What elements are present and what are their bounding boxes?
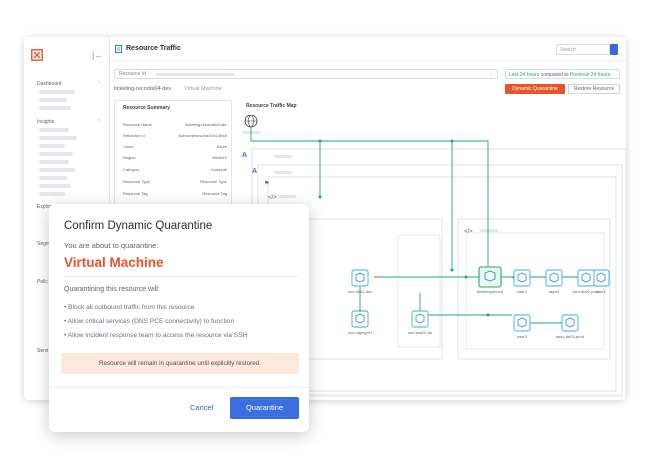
summary-value: Resource Type: [200, 179, 227, 184]
sidebar-item[interactable]: [39, 192, 65, 196]
summary-row: Resource Type Resource Type: [123, 179, 227, 184]
search-input[interactable]: Search: [556, 44, 610, 55]
sidebar-item[interactable]: [39, 176, 67, 180]
quarantine-target: Virtual Machine: [64, 255, 164, 270]
top-bar: Resource Traffic Search: [110, 37, 626, 61]
resource-name: ticketing-records04-dev: [114, 86, 172, 92]
sidebar-item[interactable]: [39, 128, 69, 132]
summary-title: Resource Summary: [123, 105, 170, 111]
effect-item: • Allow critical services (DNS PCE conne…: [64, 318, 235, 325]
summary-row: Region WestUS: [123, 155, 227, 160]
summary-row: Cloud Azure: [123, 144, 227, 149]
vm-node[interactable]: user1: [513, 269, 531, 294]
resource-id-value: [155, 73, 235, 76]
summary-key: Resource Id: [123, 133, 145, 138]
time-previous: Previous 24 hours: [569, 72, 611, 78]
dialog-title: Confirm Dynamic Quarantine: [64, 220, 213, 232]
summary-key: Category: [123, 167, 140, 172]
sidebar-item[interactable]: [39, 184, 71, 188]
document-icon: [115, 45, 122, 53]
divider: [49, 387, 309, 388]
summary-value: Azure: [216, 144, 227, 149]
restore-resource-button[interactable]: Restore Resource: [568, 84, 620, 94]
resource-id-select[interactable]: Resource Id ⌄: [114, 69, 498, 79]
node-label: asso-db03-prod: [556, 334, 584, 339]
divider: [64, 276, 297, 277]
sidebar-item[interactable]: [39, 144, 65, 148]
time-current: Last 24 hours: [509, 72, 540, 78]
chevron-up-icon[interactable]: ⌃: [97, 119, 101, 125]
sidebar-item[interactable]: [39, 168, 75, 172]
summary-row: Resource Tag Resource Tag: [123, 191, 227, 196]
sidebar-item[interactable]: [39, 152, 73, 156]
sidebar-item[interactable]: [39, 90, 75, 94]
time-compared-label: compared to: [540, 72, 569, 78]
effect-item: • Block all outbound traffic from this r…: [64, 304, 195, 311]
summary-value: WestUS: [212, 155, 227, 160]
sidebar-item[interactable]: [39, 106, 71, 110]
summary-key: Resource Type: [123, 179, 150, 184]
chevron-up-icon[interactable]: ⌃: [97, 81, 101, 87]
resource-type: Virtual Machine: [184, 86, 222, 92]
summary-key: Resource Tag: [123, 191, 148, 196]
effects-heading: Quarantining this resource will:: [64, 286, 160, 293]
sidebar-section-services[interactable]: Servi: [37, 348, 48, 354]
summary-key: Region: [123, 155, 136, 160]
dialog-subtitle: You are about to quarantine:: [64, 241, 159, 250]
effect-item: • Allow incident response team to access…: [64, 332, 248, 339]
collapse-sidebar-icon[interactable]: |←: [92, 50, 103, 60]
time-range-selector[interactable]: Last 24 hours compared to Previous 24 ho…: [505, 69, 620, 79]
chevron-down-icon: ⌄: [488, 71, 493, 77]
resource-id-label: Resource Id: [119, 71, 146, 77]
app-logo-icon: [31, 49, 43, 61]
vm-node[interactable]: hrm-db01-prod: [573, 269, 599, 294]
sidebar-item[interactable]: [39, 160, 69, 164]
summary-row: Resource Name ticketing-records04-dev: [123, 122, 227, 127]
sidebar-item[interactable]: [39, 136, 77, 140]
summary-value: Compute: [210, 167, 227, 172]
summary-row: Category Compute: [123, 167, 227, 172]
summary-key: Resource Name: [123, 122, 152, 127]
sidebar-section-dashboard[interactable]: Dashboard: [37, 81, 61, 87]
summary-row: Resource Id/subscriptions/ba1b44-6bcb: [123, 133, 227, 138]
summary-key: Cloud: [123, 144, 134, 149]
cancel-button[interactable]: Cancel: [190, 403, 213, 412]
node-label: asyn4: [549, 289, 560, 294]
page-title: Resource Traffic: [126, 45, 181, 52]
summary-value: /subscriptions/ba1b44-6bcb: [178, 133, 227, 138]
search-button[interactable]: [610, 44, 618, 55]
node-label: hrm-db01-prod: [573, 289, 599, 294]
vm-node[interactable]: asyn4: [545, 269, 563, 294]
summary-value: Resource Tag: [202, 191, 227, 196]
quarantine-notice: Resource will remain in quarantine until…: [61, 353, 299, 374]
sidebar-section-policies[interactable]: Polic: [37, 279, 48, 285]
traffic-map-title: Resource Traffic Map: [246, 103, 297, 109]
quarantine-button[interactable]: Quarantine: [230, 397, 299, 419]
dynamic-quarantine-button[interactable]: Dynamic Quarantine: [505, 84, 565, 94]
sidebar-section-insights[interactable]: Insights: [37, 119, 54, 125]
vm-node[interactable]: asso-db03-prod: [556, 314, 584, 339]
summary-value: ticketing-records04-dev: [185, 122, 227, 127]
node-label: user3: [517, 334, 528, 339]
node-label: user1: [517, 289, 528, 294]
confirm-quarantine-dialog: Confirm Dynamic Quarantine You are about…: [49, 204, 309, 432]
vm-node[interactable]: user3: [513, 314, 531, 339]
sidebar-item[interactable]: [39, 98, 67, 102]
